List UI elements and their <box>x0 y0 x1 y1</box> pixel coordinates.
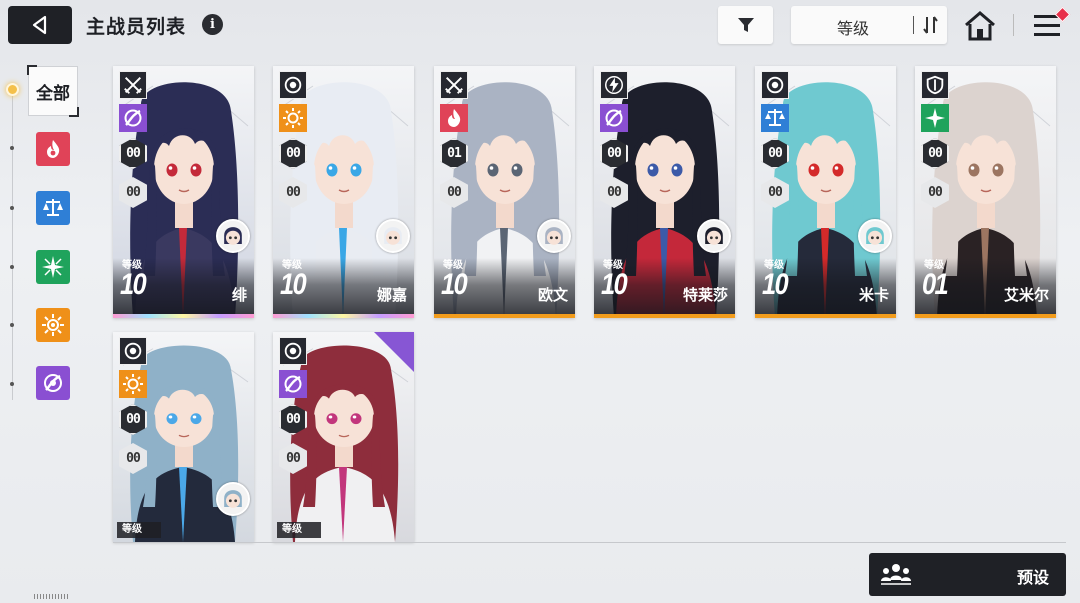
rail-dot <box>10 265 14 269</box>
sun-element-icon <box>279 104 307 132</box>
support-avatar <box>697 219 731 253</box>
void-element-icon <box>119 104 147 132</box>
sort-dropdown[interactable]: 等级 <box>791 6 947 44</box>
category-sidebar: 全部 <box>0 60 100 540</box>
back-button[interactable] <box>8 6 72 44</box>
support-avatar <box>376 219 410 253</box>
level-value: 10 <box>441 268 468 301</box>
rail-dot <box>10 146 14 150</box>
rail-indicator-active <box>6 83 19 96</box>
rarity-bar <box>113 314 254 318</box>
support-avatar <box>216 482 250 516</box>
top-divider <box>1013 14 1014 36</box>
version-marker <box>34 594 70 599</box>
rail-dot <box>10 323 14 327</box>
level-value: 10 <box>762 268 789 301</box>
void-element-icon <box>279 370 307 398</box>
rail-line <box>12 90 13 400</box>
crossed-swords-icon <box>119 71 147 99</box>
level-value: 10 <box>280 268 307 301</box>
level-label: 等级 <box>117 522 161 538</box>
rarity-bar <box>915 314 1056 318</box>
level-value: 10 <box>120 268 147 301</box>
preset-label: 预设 <box>1016 568 1049 587</box>
sun-element-icon <box>119 370 147 398</box>
category-balance-button[interactable] <box>36 191 70 225</box>
operator-card[interactable]: 00 00 等级 <box>113 332 254 542</box>
support-avatar <box>216 219 250 253</box>
lightning-icon <box>600 71 628 99</box>
void-element-icon <box>600 104 628 132</box>
level-label: 等级 <box>277 522 321 538</box>
shield-icon <box>921 71 949 99</box>
operator-card[interactable]: 00 00 等级 10 娜嘉 <box>273 66 414 318</box>
operator-name: 艾米尔 <box>1003 286 1049 304</box>
operator-name: 绯 <box>231 286 247 304</box>
target-icon <box>119 337 147 365</box>
void-icon <box>44 374 62 392</box>
wind-icon <box>42 256 64 278</box>
sort-order-icon[interactable] <box>921 14 941 36</box>
operator-grid: 00 00 等级 10 绯 00 00 等级 10 娜嘉 01 00 等级 10… <box>113 66 1073 542</box>
home-icon[interactable] <box>962 8 998 44</box>
balance-icon <box>43 199 63 216</box>
level-value: 10 <box>601 268 628 301</box>
back-arrow-icon <box>32 15 47 35</box>
category-all-button[interactable]: 全部 <box>27 65 79 117</box>
operator-name: 欧文 <box>537 286 568 304</box>
filter-icon <box>737 18 754 32</box>
rarity-bar <box>755 314 896 318</box>
sun-icon <box>42 314 64 336</box>
target-icon <box>761 71 789 99</box>
operator-name: 特莱莎 <box>682 286 728 304</box>
rarity-bar <box>273 314 414 318</box>
category-void-button[interactable] <box>36 366 70 400</box>
operator-card[interactable]: 00 00 等级 10 绯 <box>113 66 254 318</box>
target-icon <box>279 71 307 99</box>
rail-dot <box>10 206 14 210</box>
sort-label: 等级 <box>836 19 869 38</box>
operator-card[interactable]: 00 00 等级 10 特莱莎 <box>594 66 735 318</box>
rail-dot <box>10 382 14 386</box>
page-title: 主战员列表 <box>86 16 187 38</box>
category-wind-button[interactable] <box>36 250 70 284</box>
preset-button[interactable]: 预设 <box>869 553 1066 596</box>
operator-name: 米卡 <box>858 286 889 304</box>
operator-card[interactable]: 00 00 等级 10 米卡 <box>755 66 896 318</box>
bottom-divider <box>113 542 1066 543</box>
level-value: 01 <box>922 268 949 301</box>
filter-button[interactable] <box>718 6 773 44</box>
support-avatar <box>858 219 892 253</box>
category-sun-button[interactable] <box>36 308 70 342</box>
support-avatar <box>537 219 571 253</box>
wind-element-icon <box>921 104 949 132</box>
sort-divider <box>913 16 914 34</box>
operator-name: 娜嘉 <box>376 286 407 304</box>
operator-card[interactable]: 01 00 等级 10 欧文 <box>434 66 575 318</box>
rarity-bar <box>594 314 735 318</box>
fire-element-icon <box>440 104 468 132</box>
target-icon <box>279 337 307 365</box>
rarity-bar <box>434 314 575 318</box>
operator-card[interactable]: 00 00 等级 01 艾米尔 <box>915 66 1056 318</box>
crossed-swords-icon <box>440 71 468 99</box>
team-preset-icon <box>881 564 911 585</box>
info-icon[interactable]: i <box>202 14 223 35</box>
fire-icon <box>47 140 60 158</box>
operator-card[interactable]: 00 00 等级 <box>273 332 414 542</box>
balance-element-icon <box>761 104 789 132</box>
category-fire-button[interactable] <box>36 132 70 166</box>
